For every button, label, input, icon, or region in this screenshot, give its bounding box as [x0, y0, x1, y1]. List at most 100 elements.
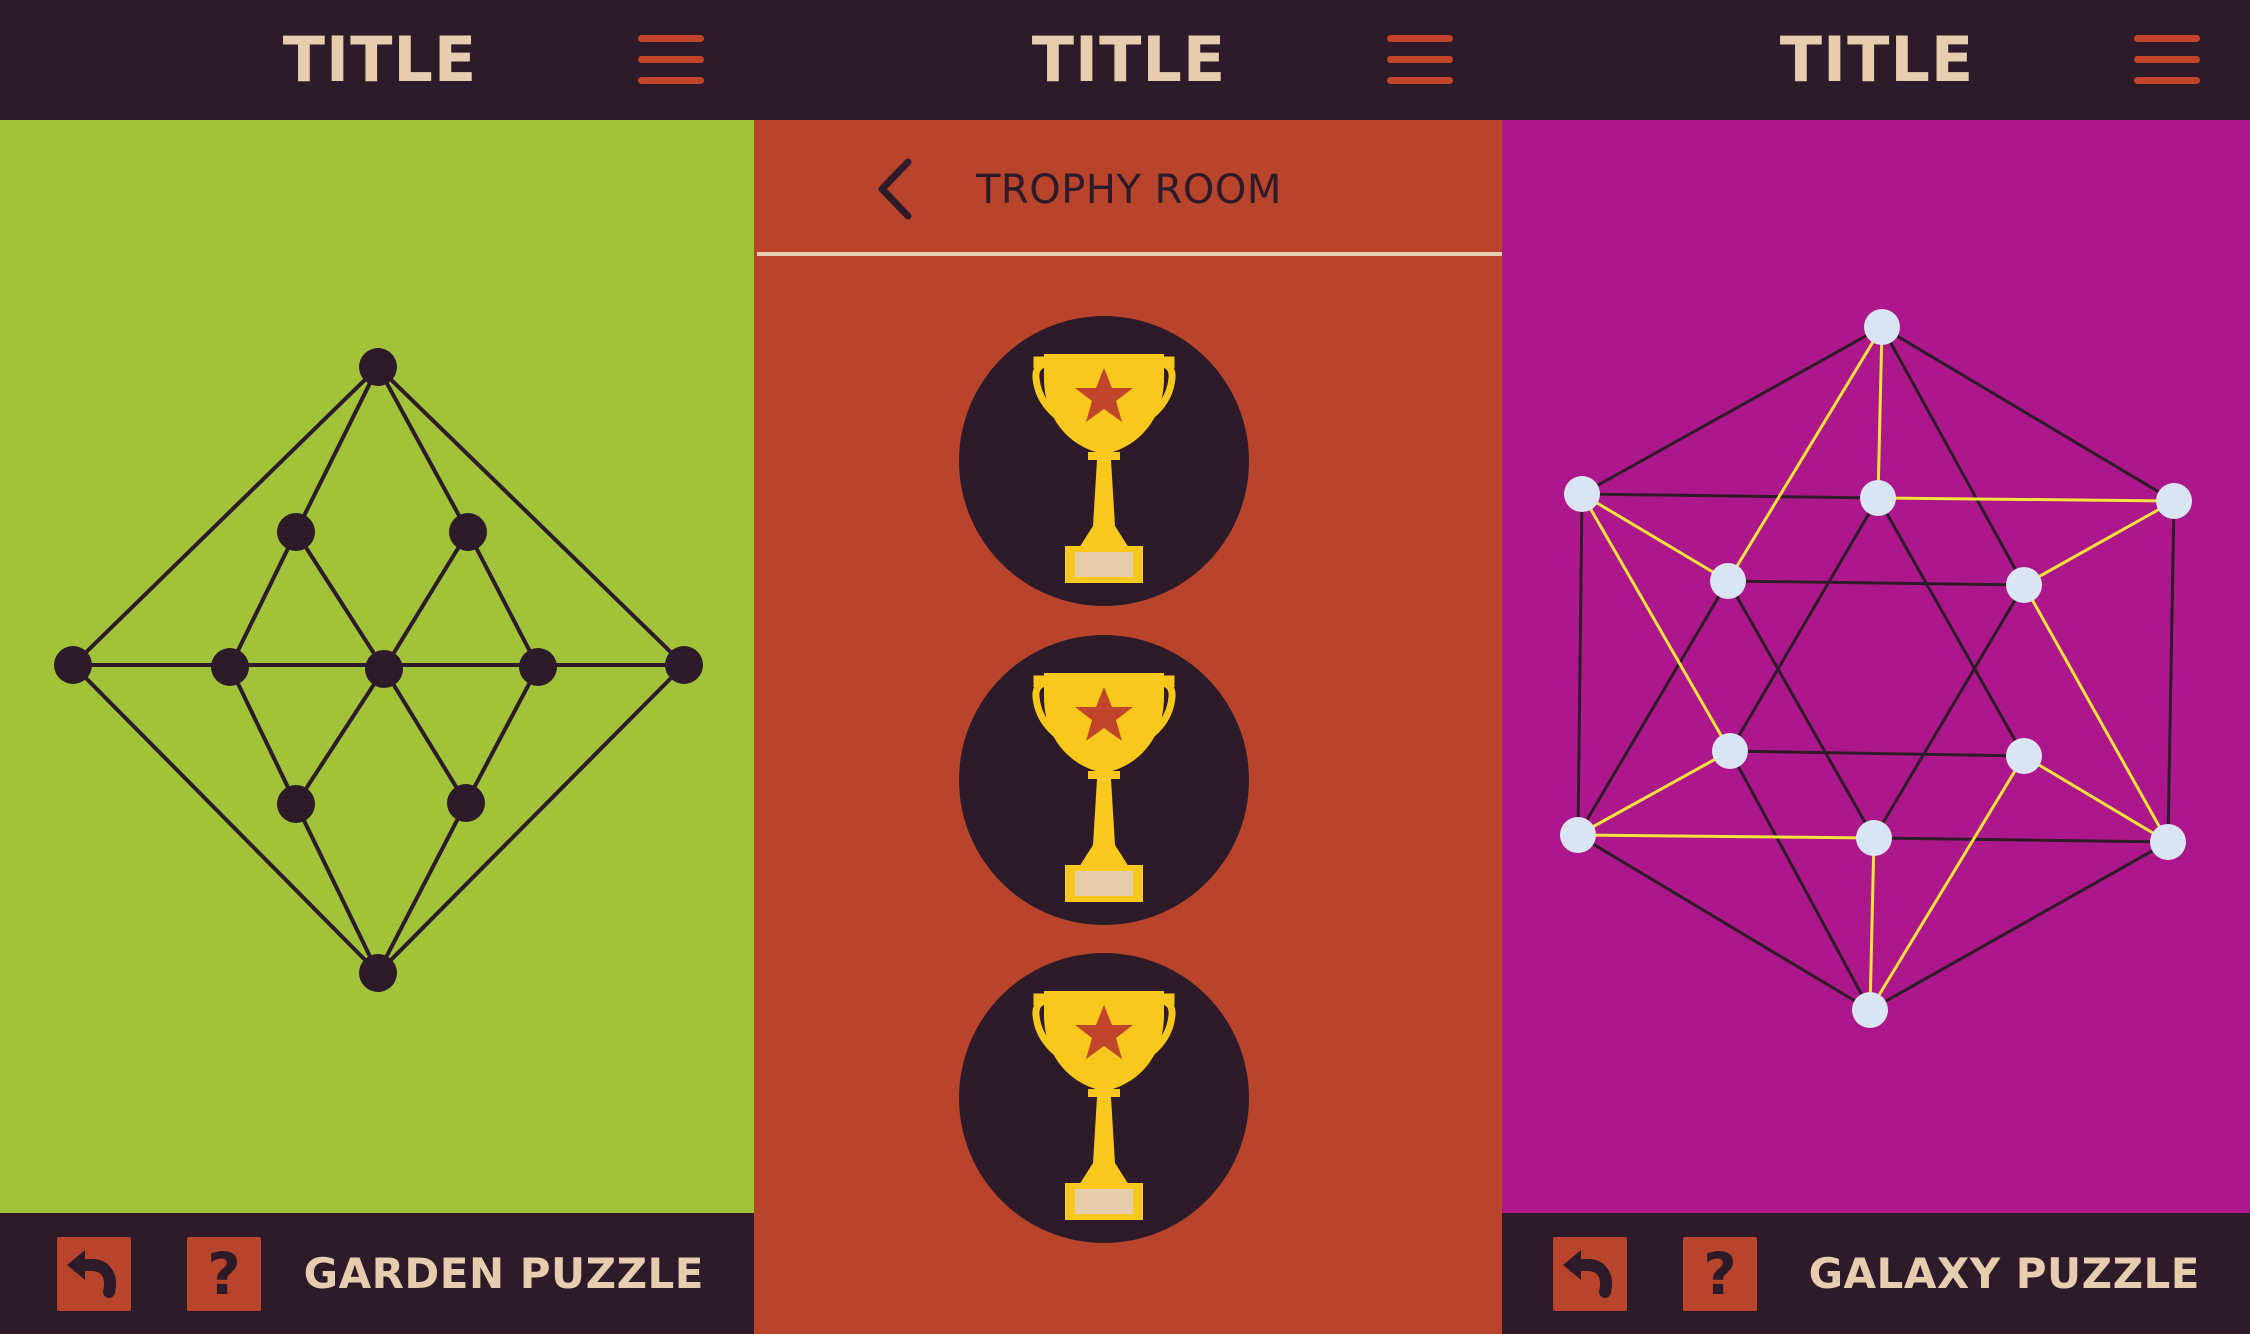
graph-node[interactable]	[1710, 563, 1746, 599]
trophy-badge[interactable]	[959, 953, 1249, 1243]
graph-edges-dark	[1576, 325, 2176, 1012]
graph-edge	[1729, 749, 2025, 758]
graph-edge	[1727, 579, 2025, 587]
app-title: TITLE	[1031, 23, 1227, 96]
graph-node[interactable]	[359, 348, 397, 386]
graph-edge	[1726, 580, 1876, 839]
graph-edge-highlight	[2023, 499, 2175, 587]
graph-edges-solved	[1577, 326, 2175, 1011]
graph-node[interactable]	[365, 650, 403, 688]
graph-node[interactable]	[449, 513, 487, 551]
graph-node[interactable]	[447, 784, 485, 822]
graph-edge	[376, 365, 686, 667]
graph-node[interactable]	[1856, 820, 1892, 856]
graph-node[interactable]	[519, 648, 557, 686]
graph-node[interactable]	[1564, 476, 1600, 512]
help-button[interactable]: ?	[1683, 1237, 1757, 1311]
graph-edge	[1581, 492, 1879, 500]
graph-edge	[1577, 833, 1871, 1012]
trophy-badge[interactable]	[959, 635, 1249, 925]
graph-edge	[1728, 750, 1872, 1011]
graph-edge-highlight	[1876, 326, 1884, 499]
puzzle-name: GARDEN PUZZLE	[303, 1249, 704, 1298]
graph-edge	[294, 667, 386, 806]
graph-edge-highlight	[1868, 755, 2026, 1011]
graph-edge-highlight	[1868, 837, 1876, 1011]
graph-edge	[1869, 840, 2169, 1012]
graph-edge	[376, 802, 468, 974]
question-mark-icon: ?	[207, 1240, 241, 1308]
graph-node[interactable]	[2156, 483, 2192, 519]
graph-edge	[71, 663, 380, 975]
graph-node[interactable]	[1712, 733, 1748, 769]
graph-edge-highlight	[1726, 326, 1884, 582]
graph-node[interactable]	[665, 646, 703, 684]
graph-nodes	[54, 348, 703, 992]
graph-edge	[382, 667, 468, 805]
undo-arrow-icon	[1563, 1250, 1612, 1298]
hamburger-menu-icon[interactable]	[1387, 32, 1453, 88]
graph-edge	[382, 530, 470, 671]
garden-graph[interactable]	[0, 120, 754, 1213]
graph-edge	[1876, 497, 2026, 757]
graph-edge-highlight	[1577, 749, 1731, 837]
graph-node[interactable]	[1860, 480, 1896, 516]
graph-node[interactable]	[2006, 567, 2042, 603]
graph-edge	[71, 365, 380, 667]
trophy-star-icon	[1032, 991, 1176, 1220]
top-bar: TITLE	[1502, 0, 2250, 120]
graph-edge	[294, 803, 380, 974]
hamburger-menu-icon[interactable]	[2134, 32, 2200, 88]
graph-node[interactable]	[277, 785, 315, 823]
question-mark-icon: ?	[1703, 1240, 1737, 1308]
bottom-bar: ? GARDEN PUZZLE	[0, 1213, 754, 1334]
graph-edge	[466, 531, 540, 668]
graph-node[interactable]	[211, 648, 249, 686]
undo-arrow-icon	[67, 1250, 116, 1298]
graph-edge-highlight	[1581, 492, 1729, 583]
trophy-room-content: TROPHY ROOM	[754, 120, 1502, 1334]
graph-edge	[1880, 326, 2026, 586]
graph-node[interactable]	[1560, 817, 1596, 853]
trophy-star-icon	[1032, 354, 1176, 583]
section-title: TROPHY ROOM	[976, 167, 1282, 213]
top-bar: TITLE	[0, 0, 754, 120]
graph-node[interactable]	[2150, 824, 2186, 860]
graph-edge	[294, 530, 386, 671]
graph-node[interactable]	[1852, 992, 1888, 1028]
divider	[757, 252, 1502, 256]
graph-edge	[2166, 500, 2176, 843]
undo-button[interactable]	[57, 1237, 131, 1311]
graph-nodes	[1560, 309, 2192, 1028]
undo-button[interactable]	[1553, 1237, 1627, 1311]
trophy-star-icon	[1032, 673, 1176, 902]
graph-node[interactable]	[1864, 309, 1900, 345]
graph-node[interactable]	[277, 513, 315, 551]
galaxy-graph[interactable]	[1502, 120, 2250, 1213]
top-bar: TITLE	[754, 0, 1502, 120]
graph-node[interactable]	[359, 954, 397, 992]
trophy-badge[interactable]	[959, 316, 1249, 606]
graph-edge	[1576, 493, 1584, 836]
graph-edge	[1581, 325, 1883, 496]
graph-node[interactable]	[54, 646, 92, 684]
puzzle-board[interactable]	[1502, 120, 2250, 1213]
app-title: TITLE	[1779, 23, 1975, 96]
puzzle-name: GALAXY PUZZLE	[1808, 1249, 2200, 1298]
puzzle-board[interactable]	[0, 120, 754, 1213]
graph-edge-highlight	[1580, 493, 1732, 752]
graph-edge-highlight	[2023, 754, 2169, 844]
chevron-left-icon	[878, 158, 912, 220]
graph-edge	[1873, 836, 2169, 844]
graph-edge-highlight	[1577, 833, 1875, 840]
graph-edge	[376, 663, 686, 975]
back-button[interactable]	[872, 154, 922, 224]
app-title: TITLE	[282, 23, 478, 96]
trophy-room-screen: TITLE TROPHY ROOM	[754, 0, 1502, 1334]
help-button[interactable]: ?	[187, 1237, 261, 1311]
graph-node[interactable]	[2006, 738, 2042, 774]
hamburger-menu-icon[interactable]	[638, 32, 704, 88]
graph-edge	[1881, 325, 2175, 503]
garden-puzzle-screen: TITLE ? GARDEN PUZZLE	[0, 0, 754, 1334]
bottom-bar: ? GALAXY PUZZLE	[1502, 1213, 2250, 1334]
